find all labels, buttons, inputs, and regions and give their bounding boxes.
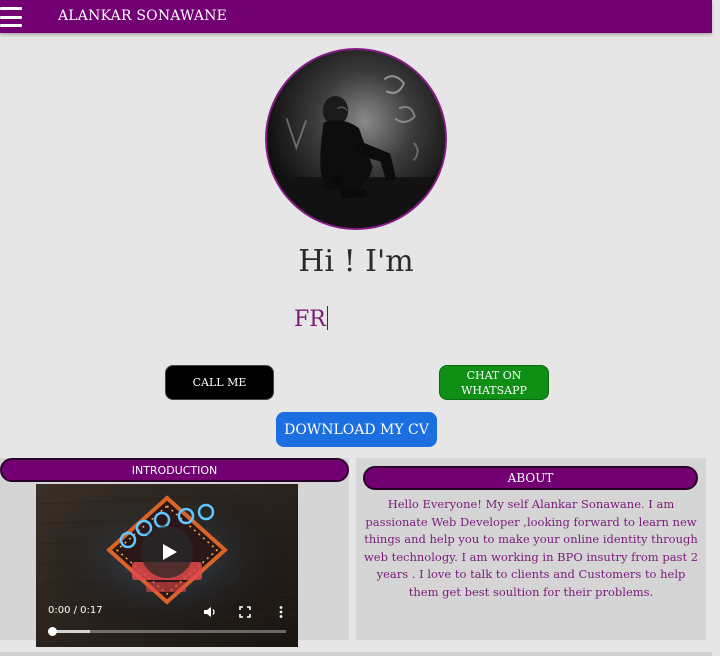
profile-avatar	[265, 48, 447, 230]
greeting-heading: Hi ! I'm	[298, 244, 414, 279]
video-scrubber-handle[interactable]	[48, 627, 57, 636]
about-panel: ABOUT Hello Everyone! My self Alankar So…	[356, 458, 706, 640]
whatsapp-button-line2: WHATSAPP	[461, 383, 527, 397]
video-time-display: 0:00 / 0:17	[48, 605, 103, 616]
call-me-button[interactable]: CALL ME	[166, 366, 273, 399]
intro-video-player[interactable]: 0:00 / 0:17	[36, 484, 298, 647]
download-cv-button[interactable]: DOWNLOAD MY CV	[276, 412, 437, 447]
typed-text: FR	[294, 307, 326, 332]
whatsapp-button-line1: CHAT ON	[466, 368, 522, 382]
more-options-icon[interactable]	[274, 605, 288, 619]
typed-role-text: FR	[294, 306, 328, 332]
volume-icon[interactable]	[203, 605, 217, 619]
video-play-button[interactable]	[141, 526, 193, 578]
video-progress-bar[interactable]	[48, 627, 286, 636]
fullscreen-icon[interactable]	[238, 605, 252, 619]
whatsapp-chat-button[interactable]: CHAT ON WHATSAPP	[440, 366, 548, 399]
about-description: Hello Everyone! My self Alankar Sonawane…	[363, 497, 699, 599]
play-icon	[162, 544, 177, 560]
introduction-panel: INTRODUCTION 0:00 / 0:17	[0, 458, 349, 647]
video-buffered-fill	[52, 630, 90, 633]
about-title: ABOUT	[363, 466, 698, 490]
typing-caret	[326, 306, 328, 330]
site-brand[interactable]: ALANKAR SONAWANE	[58, 8, 227, 24]
introduction-title: INTRODUCTION	[0, 458, 349, 482]
top-navbar: ALANKAR SONAWANE	[0, 0, 712, 33]
hamburger-menu-icon[interactable]	[0, 7, 22, 27]
page-bottom-divider	[0, 652, 712, 656]
